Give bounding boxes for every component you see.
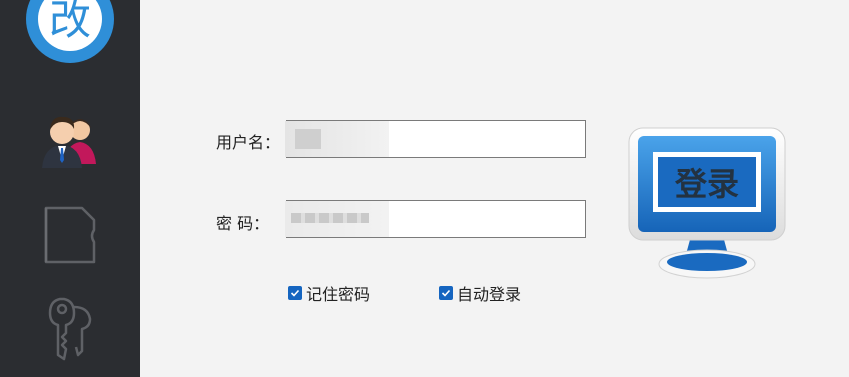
username-input[interactable] — [285, 120, 586, 158]
app-logo: 改 — [0, 0, 140, 64]
password-input[interactable] — [285, 200, 586, 238]
checkbox-checked-icon — [439, 286, 453, 300]
sidebar-item-users[interactable] — [0, 108, 140, 172]
remember-password-label: 记住密码 — [306, 285, 371, 304]
login-panel: 用户名： 密 码： 记住密码 自动登录 登录 — [140, 0, 849, 377]
login-button-text: 登录 — [674, 165, 739, 203]
remember-password-checkbox[interactable]: 记住密码 — [288, 281, 370, 305]
document-icon — [44, 206, 96, 264]
auto-login-label: 自动登录 — [457, 285, 522, 304]
password-label: 密 码： — [216, 214, 270, 233]
sidebar: 改 — [0, 0, 140, 377]
keys-icon — [48, 297, 92, 361]
username-label: 用户名： — [216, 133, 281, 152]
checkbox-checked-icon — [288, 286, 302, 300]
sidebar-item-keys[interactable] — [0, 292, 140, 364]
sidebar-item-document[interactable] — [0, 200, 140, 270]
login-button[interactable]: 登录 — [627, 124, 787, 286]
users-icon — [42, 116, 96, 168]
logo-char: 改 — [49, 0, 91, 44]
monitor-icon: 登录 — [628, 127, 786, 279]
auto-login-checkbox[interactable]: 自动登录 — [439, 281, 521, 305]
